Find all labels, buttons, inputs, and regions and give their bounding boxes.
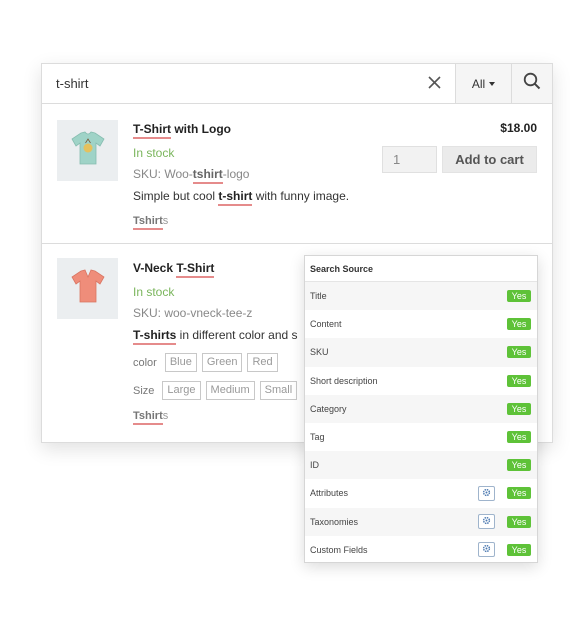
source-row-id: ID Yes xyxy=(305,451,537,480)
search-source-list: Title Yes Content Yes SKU Yes Short descrip… xyxy=(305,282,537,564)
yes-toggle[interactable]: Yes xyxy=(507,374,531,387)
desc-text: Simple but cool xyxy=(133,189,219,203)
match-highlight: T-Shirt xyxy=(176,261,215,278)
sku-text: -logo xyxy=(222,167,250,181)
source-row-tag: Tag Yes xyxy=(305,423,537,451)
gear-icon xyxy=(482,488,491,499)
search-button[interactable] xyxy=(511,64,552,103)
category-text: s xyxy=(162,215,169,227)
match-highlight: T-Shirt xyxy=(133,122,171,139)
attribute-value[interactable]: Large xyxy=(162,381,201,400)
source-row-title: Title Yes xyxy=(305,282,537,311)
attribute-value[interactable]: Blue xyxy=(164,353,197,372)
clear-search-button[interactable] xyxy=(413,64,455,103)
category-select[interactable]: All xyxy=(455,64,511,103)
category-text: s xyxy=(162,410,169,422)
taxonomies-settings-button[interactable] xyxy=(478,514,495,530)
close-icon xyxy=(427,72,441,95)
attribute-label: color xyxy=(133,356,157,369)
source-row-category: Category Yes xyxy=(305,394,537,423)
title-text: V-Neck xyxy=(133,261,177,275)
attributes-settings-button[interactable] xyxy=(478,485,495,501)
yes-toggle[interactable]: Yes xyxy=(507,290,531,303)
caret-down-icon xyxy=(489,81,496,86)
source-label: Custom Fields xyxy=(310,544,368,555)
attribute-value[interactable]: Medium xyxy=(205,381,255,400)
source-label: Taxonomies xyxy=(310,516,359,527)
category-select-value: All xyxy=(471,76,486,91)
product-price: $18.00 xyxy=(500,121,537,135)
quantity-input[interactable] xyxy=(382,146,437,173)
product-category[interactable]: Tshirts xyxy=(133,213,540,230)
result-info: T-Shirt with Logo In stock SKU: Woo-tshi… xyxy=(133,121,540,230)
attribute-label: Size xyxy=(133,384,155,397)
match-highlight: t-shirt xyxy=(218,189,253,206)
source-row-taxonomies: Taxonomies Yes xyxy=(305,507,537,536)
attribute-value[interactable]: Green xyxy=(201,353,243,372)
match-highlight: tshirt xyxy=(192,167,223,184)
result-item[interactable]: T-Shirt with Logo In stock SKU: Woo-tshi… xyxy=(42,104,552,244)
product-title[interactable]: T-Shirt with Logo xyxy=(133,121,540,139)
source-row-custom-fields: Custom Fields Yes xyxy=(305,536,537,564)
match-highlight: Tshirt xyxy=(133,410,163,425)
tshirt-logo-image xyxy=(68,128,108,173)
source-label: Content xyxy=(310,319,342,330)
yes-toggle[interactable]: Yes xyxy=(507,515,531,528)
vneck-tee-image xyxy=(68,266,108,311)
search-icon xyxy=(523,72,541,95)
yes-toggle[interactable]: Yes xyxy=(507,459,531,472)
search-input[interactable] xyxy=(42,64,413,103)
search-bar: All xyxy=(42,64,552,104)
attribute-value[interactable]: Small xyxy=(259,381,298,400)
yes-toggle[interactable]: Yes xyxy=(507,543,531,556)
yes-toggle[interactable]: Yes xyxy=(507,487,531,500)
product-thumbnail[interactable] xyxy=(57,120,118,181)
source-label: Attributes xyxy=(310,488,349,499)
yes-toggle[interactable]: Yes xyxy=(507,402,531,415)
attribute-value[interactable]: Red xyxy=(247,353,278,372)
yes-toggle[interactable]: Yes xyxy=(507,318,531,331)
match-highlight: T-shirts xyxy=(133,328,177,345)
match-highlight: Tshirt xyxy=(133,215,163,230)
source-row-attributes: Attributes Yes xyxy=(305,479,537,507)
gear-icon xyxy=(482,516,491,527)
yes-toggle[interactable]: Yes xyxy=(507,431,531,444)
yes-toggle[interactable]: Yes xyxy=(507,346,531,359)
desc-text: in different color and s xyxy=(176,328,298,342)
source-row-short-description: Short description Yes xyxy=(305,367,537,395)
add-to-cart-button[interactable]: Add to cart xyxy=(442,146,537,173)
search-source-panel: Search Source Title Yes Content Yes SKU Yes… xyxy=(304,255,538,563)
source-label: Title xyxy=(310,291,327,302)
gear-icon xyxy=(482,544,491,555)
custom-fields-settings-button[interactable] xyxy=(478,542,495,558)
desc-text: with funny image. xyxy=(252,189,350,203)
source-label: Category xyxy=(310,403,347,414)
source-label: ID xyxy=(310,460,319,471)
source-label: SKU xyxy=(310,347,329,358)
source-row-content: Content Yes xyxy=(305,310,537,338)
sku-text: SKU: Woo- xyxy=(133,167,193,181)
product-description: Simple but cool t-shirt with funny image… xyxy=(133,188,540,206)
source-label: Short description xyxy=(310,375,378,386)
source-label: Tag xyxy=(310,432,325,443)
product-thumbnail[interactable] xyxy=(57,258,118,319)
title-text: with Logo xyxy=(171,122,231,136)
source-row-sku: SKU Yes xyxy=(305,338,537,367)
search-source-heading: Search Source xyxy=(305,256,537,282)
